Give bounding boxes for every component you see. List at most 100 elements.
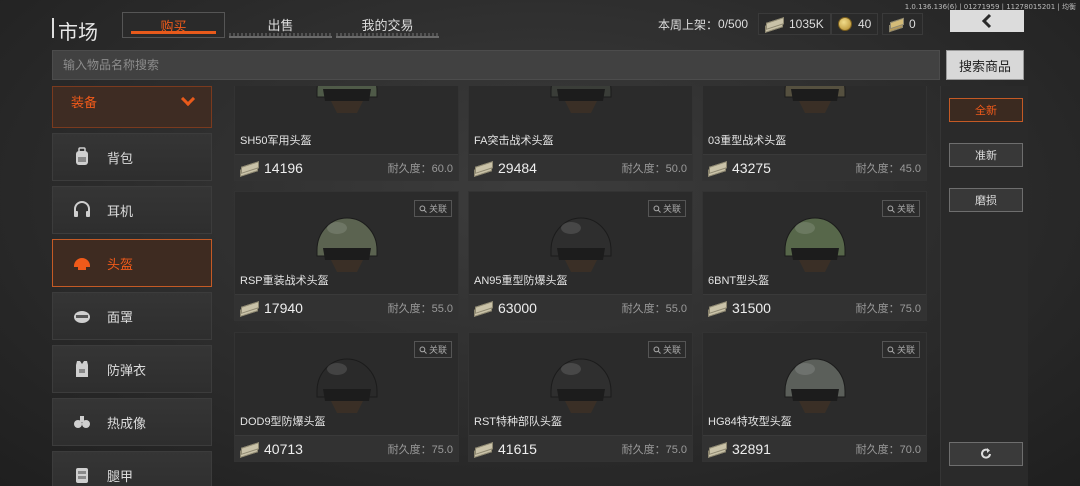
category-dropdown[interactable]: 装备	[52, 86, 212, 128]
durability-label: 耐久度：	[387, 302, 432, 315]
item-price: 29484	[498, 159, 537, 176]
sidebar-item-label: 防弹衣	[107, 362, 147, 378]
sidebar-item-headset[interactable]: 耳机	[52, 186, 212, 234]
item-price: 31500	[732, 299, 771, 316]
search-icon	[887, 205, 895, 213]
helmet-image	[235, 86, 458, 123]
price-bar: 29484 耐久度：50.0	[469, 154, 692, 180]
related-tag[interactable]: 关联	[413, 200, 452, 217]
item-durability: 耐久度：55.0	[388, 300, 453, 316]
tab-sell[interactable]: 出售	[229, 12, 332, 38]
item-card[interactable]: 关联 AN95重型防爆头盔 63000 耐久度：55.0	[468, 191, 693, 321]
search-icon	[653, 346, 661, 354]
cash-display: 1035K	[758, 13, 831, 35]
item-durability: 耐久度：55.0	[622, 300, 687, 316]
refresh-icon	[981, 448, 991, 459]
item-durability: 耐久度：45.0	[856, 160, 921, 176]
sidebar-item-label: 头盔	[107, 256, 134, 272]
sidebar-item-label: 腿甲	[107, 468, 134, 484]
item-card[interactable]: 关联 RSP重装战术头盔 17940 耐久度：55.0	[234, 191, 459, 321]
price-bar: 63000 耐久度：55.0	[469, 294, 692, 320]
price-bar: 32891 耐久度：70.0	[703, 435, 926, 461]
price-bar: 31500 耐久度：75.0	[703, 294, 926, 320]
title-accent	[52, 18, 54, 38]
coin-value: 40	[858, 17, 872, 31]
helmet-icon	[71, 252, 93, 274]
item-price: 40713	[264, 440, 303, 457]
item-card[interactable]: SH50军用头盔 14196 耐久度：60.0	[234, 86, 459, 181]
durability-value: 75.0	[899, 302, 921, 315]
item-card[interactable]: FA突击战术头盔 29484 耐久度：50.0	[468, 86, 693, 181]
durability-label: 耐久度：	[621, 443, 666, 456]
category-label: 装备	[71, 95, 98, 110]
item-name: DOD9型防爆头盔	[240, 416, 326, 428]
sidebar-item-label: 热成像	[107, 415, 147, 431]
filter-new[interactable]: 全新	[949, 98, 1023, 122]
durability-value: 75.0	[665, 443, 687, 456]
item-price: 41615	[498, 440, 537, 457]
durability-value: 55.0	[665, 302, 687, 315]
sidebar-item-helmet[interactable]: 头盔	[52, 239, 212, 287]
refresh-button[interactable]	[949, 442, 1023, 466]
tab-buy[interactable]: 购买	[122, 12, 225, 38]
sidebar-item-backpack[interactable]: 背包	[52, 133, 212, 181]
search-button[interactable]: 搜索商品	[946, 50, 1024, 80]
cash-icon	[474, 441, 493, 458]
sidebar-item-label: 背包	[107, 150, 134, 166]
cash-icon	[474, 300, 493, 317]
durability-value: 55.0	[431, 302, 453, 315]
cash-value: 1035K	[789, 17, 824, 31]
filter-like-new[interactable]: 准新	[949, 143, 1023, 167]
search-icon	[887, 346, 895, 354]
ticket-value: 0	[909, 17, 916, 31]
price-bar: 17940 耐久度：55.0	[235, 294, 458, 320]
sidebar-item-vest[interactable]: 防弹衣	[52, 345, 212, 393]
sidebar-item-leg-armor[interactable]: 腿甲	[52, 451, 212, 486]
filter-worn[interactable]: 磨损	[949, 188, 1023, 212]
helmet-image	[469, 86, 692, 123]
item-name: RSP重装战术头盔	[240, 275, 329, 287]
related-tag[interactable]: 关联	[881, 341, 920, 358]
sidebar-item-thermal[interactable]: 热成像	[52, 398, 212, 446]
sidebar-item-label: 耳机	[107, 203, 134, 219]
related-tag[interactable]: 关联	[647, 200, 686, 217]
related-tag[interactable]: 关联	[647, 341, 686, 358]
item-card[interactable]: 关联 RST特种部队头盔 41615 耐久度：75.0	[468, 332, 693, 462]
item-price: 17940	[264, 299, 303, 316]
search-field[interactable]	[52, 50, 940, 80]
related-tag[interactable]: 关联	[881, 200, 920, 217]
related-tag[interactable]: 关联	[413, 341, 452, 358]
sidebar-item-mask[interactable]: 面罩	[52, 292, 212, 340]
page-title: 市场	[58, 22, 98, 44]
mask-icon	[71, 305, 93, 327]
item-card[interactable]: 03重型战术头盔 43275 耐久度：45.0	[702, 86, 927, 181]
item-name: 6BNT型头盔	[708, 275, 770, 287]
tab-my-trades[interactable]: 我的交易	[336, 12, 439, 38]
item-name: HG84特攻型头盔	[708, 416, 792, 428]
search-icon	[419, 346, 427, 354]
durability-value: 70.0	[899, 443, 921, 456]
cash-icon	[765, 17, 784, 33]
item-grid: SH50军用头盔 14196 耐久度：60.0 FA突击战术头盔 29484 耐久度：50…	[234, 86, 929, 486]
durability-value: 60.0	[431, 162, 453, 175]
item-card[interactable]: 关联 DOD9型防爆头盔 40713 耐久度：75.0	[234, 332, 459, 462]
durability-label: 耐久度：	[621, 302, 666, 315]
ticket-display: 0	[882, 13, 923, 35]
item-card[interactable]: 关联 6BNT型头盔 31500 耐久度：75.0	[702, 191, 927, 321]
item-price: 14196	[264, 159, 303, 176]
chevron-down-icon	[180, 91, 196, 107]
headset-icon	[71, 199, 93, 221]
related-label: 关联	[662, 204, 681, 214]
vest-icon	[71, 358, 93, 380]
search-icon	[653, 205, 661, 213]
thermal-icon	[71, 411, 93, 433]
durability-label: 耐久度：	[387, 162, 432, 175]
item-card[interactable]: 关联 HG84特攻型头盔 32891 耐久度：70.0	[702, 332, 927, 462]
back-button[interactable]	[950, 10, 1024, 32]
ticket-icon	[889, 17, 904, 33]
search-input[interactable]	[53, 51, 939, 79]
durability-value: 50.0	[665, 162, 687, 175]
durability-value: 45.0	[899, 162, 921, 175]
item-price: 32891	[732, 440, 771, 457]
durability-label: 耐久度：	[855, 302, 900, 315]
